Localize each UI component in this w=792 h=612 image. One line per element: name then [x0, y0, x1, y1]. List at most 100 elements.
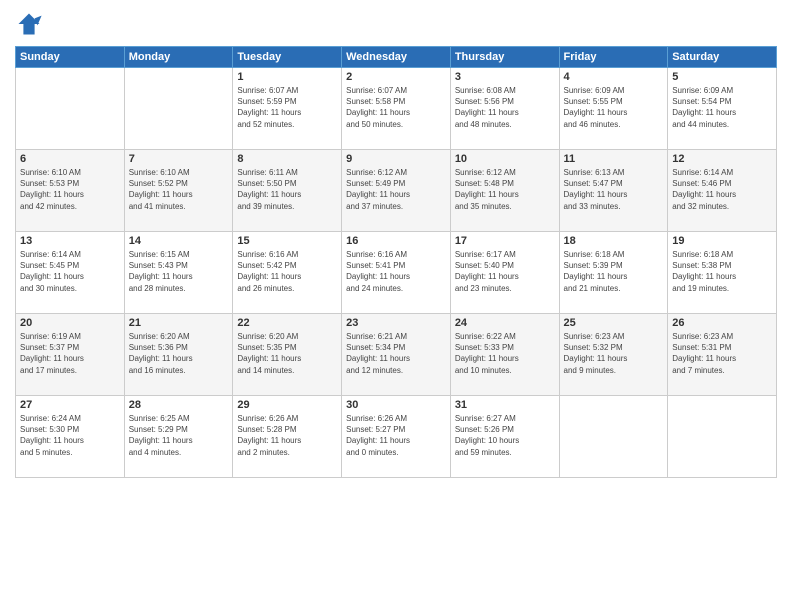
- calendar-cell: 11 Sunrise: 6:13 AM Sunset: 5:47 PM Dayli…: [559, 150, 668, 232]
- day-number: 29: [237, 399, 337, 411]
- calendar-cell: 8 Sunrise: 6:11 AM Sunset: 5:50 PM Daylig…: [233, 150, 342, 232]
- day-number: 28: [129, 399, 229, 411]
- calendar-week-0: 1 Sunrise: 6:07 AM Sunset: 5:59 PM Daylig…: [16, 68, 777, 150]
- day-number: 31: [455, 399, 555, 411]
- day-number: 4: [564, 71, 664, 83]
- day-number: 2: [346, 71, 446, 83]
- day-info: Sunrise: 6:24 AM Sunset: 5:30 PM Dayligh…: [20, 413, 120, 458]
- calendar-cell: [668, 396, 777, 478]
- day-info: Sunrise: 6:16 AM Sunset: 5:42 PM Dayligh…: [237, 249, 337, 294]
- day-number: 7: [129, 153, 229, 165]
- day-info: Sunrise: 6:11 AM Sunset: 5:50 PM Dayligh…: [237, 167, 337, 212]
- calendar-week-3: 20 Sunrise: 6:19 AM Sunset: 5:37 PM Dayli…: [16, 314, 777, 396]
- day-number: 22: [237, 317, 337, 329]
- day-info: Sunrise: 6:17 AM Sunset: 5:40 PM Dayligh…: [455, 249, 555, 294]
- header: [15, 10, 777, 38]
- day-info: Sunrise: 6:21 AM Sunset: 5:34 PM Dayligh…: [346, 331, 446, 376]
- calendar-cell: 27 Sunrise: 6:24 AM Sunset: 5:30 PM Dayli…: [16, 396, 125, 478]
- day-number: 26: [672, 317, 772, 329]
- calendar-cell: 24 Sunrise: 6:22 AM Sunset: 5:33 PM Dayli…: [450, 314, 559, 396]
- day-info: Sunrise: 6:10 AM Sunset: 5:52 PM Dayligh…: [129, 167, 229, 212]
- day-number: 19: [672, 235, 772, 247]
- calendar-cell: 15 Sunrise: 6:16 AM Sunset: 5:42 PM Dayli…: [233, 232, 342, 314]
- logo-icon: [15, 10, 43, 38]
- day-info: Sunrise: 6:10 AM Sunset: 5:53 PM Dayligh…: [20, 167, 120, 212]
- calendar-cell: 22 Sunrise: 6:20 AM Sunset: 5:35 PM Dayli…: [233, 314, 342, 396]
- calendar-cell: 17 Sunrise: 6:17 AM Sunset: 5:40 PM Dayli…: [450, 232, 559, 314]
- day-info: Sunrise: 6:09 AM Sunset: 5:54 PM Dayligh…: [672, 85, 772, 130]
- day-info: Sunrise: 6:15 AM Sunset: 5:43 PM Dayligh…: [129, 249, 229, 294]
- calendar-cell: 28 Sunrise: 6:25 AM Sunset: 5:29 PM Dayli…: [124, 396, 233, 478]
- calendar-cell: 7 Sunrise: 6:10 AM Sunset: 5:52 PM Daylig…: [124, 150, 233, 232]
- day-info: Sunrise: 6:08 AM Sunset: 5:56 PM Dayligh…: [455, 85, 555, 130]
- calendar-cell: 19 Sunrise: 6:18 AM Sunset: 5:38 PM Dayli…: [668, 232, 777, 314]
- calendar-cell: 10 Sunrise: 6:12 AM Sunset: 5:48 PM Dayli…: [450, 150, 559, 232]
- day-info: Sunrise: 6:20 AM Sunset: 5:36 PM Dayligh…: [129, 331, 229, 376]
- day-number: 23: [346, 317, 446, 329]
- day-number: 14: [129, 235, 229, 247]
- day-number: 10: [455, 153, 555, 165]
- day-info: Sunrise: 6:14 AM Sunset: 5:46 PM Dayligh…: [672, 167, 772, 212]
- calendar-cell: 30 Sunrise: 6:26 AM Sunset: 5:27 PM Dayli…: [342, 396, 451, 478]
- calendar-cell: 31Sunrise: 6:27 AM Sunset: 5:26 PM Dayli…: [450, 396, 559, 478]
- calendar: SundayMondayTuesdayWednesdayThursdayFrid…: [15, 46, 777, 478]
- day-info: Sunrise: 6:07 AM Sunset: 5:58 PM Dayligh…: [346, 85, 446, 130]
- calendar-week-2: 13 Sunrise: 6:14 AM Sunset: 5:45 PM Dayli…: [16, 232, 777, 314]
- day-number: 20: [20, 317, 120, 329]
- day-info: Sunrise: 6:12 AM Sunset: 5:48 PM Dayligh…: [455, 167, 555, 212]
- day-info: Sunrise: 6:18 AM Sunset: 5:39 PM Dayligh…: [564, 249, 664, 294]
- day-number: 27: [20, 399, 120, 411]
- weekday-header-tuesday: Tuesday: [233, 47, 342, 68]
- calendar-cell: 2 Sunrise: 6:07 AM Sunset: 5:58 PM Daylig…: [342, 68, 451, 150]
- day-number: 8: [237, 153, 337, 165]
- day-number: 30: [346, 399, 446, 411]
- day-info: Sunrise: 6:19 AM Sunset: 5:37 PM Dayligh…: [20, 331, 120, 376]
- day-info: Sunrise: 6:23 AM Sunset: 5:32 PM Dayligh…: [564, 331, 664, 376]
- day-info: Sunrise: 6:09 AM Sunset: 5:55 PM Dayligh…: [564, 85, 664, 130]
- day-number: 17: [455, 235, 555, 247]
- day-number: 1: [237, 71, 337, 83]
- calendar-cell: 13 Sunrise: 6:14 AM Sunset: 5:45 PM Dayli…: [16, 232, 125, 314]
- calendar-week-1: 6 Sunrise: 6:10 AM Sunset: 5:53 PM Daylig…: [16, 150, 777, 232]
- calendar-cell: 16Sunrise: 6:16 AM Sunset: 5:41 PM Dayli…: [342, 232, 451, 314]
- day-info: Sunrise: 6:26 AM Sunset: 5:27 PM Dayligh…: [346, 413, 446, 458]
- calendar-cell: 21 Sunrise: 6:20 AM Sunset: 5:36 PM Dayli…: [124, 314, 233, 396]
- page: SundayMondayTuesdayWednesdayThursdayFrid…: [0, 0, 792, 612]
- day-info: Sunrise: 6:22 AM Sunset: 5:33 PM Dayligh…: [455, 331, 555, 376]
- day-number: 6: [20, 153, 120, 165]
- day-info: Sunrise: 6:14 AM Sunset: 5:45 PM Dayligh…: [20, 249, 120, 294]
- calendar-cell: 4 Sunrise: 6:09 AM Sunset: 5:55 PM Daylig…: [559, 68, 668, 150]
- weekday-header-monday: Monday: [124, 47, 233, 68]
- calendar-cell: [124, 68, 233, 150]
- weekday-header-sunday: Sunday: [16, 47, 125, 68]
- weekday-row: SundayMondayTuesdayWednesdayThursdayFrid…: [16, 47, 777, 68]
- day-info: Sunrise: 6:20 AM Sunset: 5:35 PM Dayligh…: [237, 331, 337, 376]
- calendar-cell: 5 Sunrise: 6:09 AM Sunset: 5:54 PM Daylig…: [668, 68, 777, 150]
- day-number: 5: [672, 71, 772, 83]
- calendar-cell: [16, 68, 125, 150]
- day-info: Sunrise: 6:13 AM Sunset: 5:47 PM Dayligh…: [564, 167, 664, 212]
- day-info: Sunrise: 6:12 AM Sunset: 5:49 PM Dayligh…: [346, 167, 446, 212]
- day-number: 24: [455, 317, 555, 329]
- weekday-header-wednesday: Wednesday: [342, 47, 451, 68]
- calendar-cell: 26Sunrise: 6:23 AM Sunset: 5:31 PM Dayli…: [668, 314, 777, 396]
- calendar-cell: 14 Sunrise: 6:15 AM Sunset: 5:43 PM Dayli…: [124, 232, 233, 314]
- day-number: 18: [564, 235, 664, 247]
- calendar-cell: 25 Sunrise: 6:23 AM Sunset: 5:32 PM Dayli…: [559, 314, 668, 396]
- day-info: Sunrise: 6:25 AM Sunset: 5:29 PM Dayligh…: [129, 413, 229, 458]
- calendar-cell: 9Sunrise: 6:12 AM Sunset: 5:49 PM Daylig…: [342, 150, 451, 232]
- day-number: 15: [237, 235, 337, 247]
- calendar-cell: 23 Sunrise: 6:21 AM Sunset: 5:34 PM Dayli…: [342, 314, 451, 396]
- calendar-week-4: 27 Sunrise: 6:24 AM Sunset: 5:30 PM Dayli…: [16, 396, 777, 478]
- day-number: 21: [129, 317, 229, 329]
- calendar-cell: 29Sunrise: 6:26 AM Sunset: 5:28 PM Dayli…: [233, 396, 342, 478]
- calendar-cell: 6 Sunrise: 6:10 AM Sunset: 5:53 PM Daylig…: [16, 150, 125, 232]
- day-info: Sunrise: 6:16 AM Sunset: 5:41 PM Dayligh…: [346, 249, 446, 294]
- day-number: 25: [564, 317, 664, 329]
- day-number: 13: [20, 235, 120, 247]
- day-info: Sunrise: 6:18 AM Sunset: 5:38 PM Dayligh…: [672, 249, 772, 294]
- day-info: Sunrise: 6:07 AM Sunset: 5:59 PM Dayligh…: [237, 85, 337, 130]
- day-number: 3: [455, 71, 555, 83]
- weekday-header-thursday: Thursday: [450, 47, 559, 68]
- day-number: 11: [564, 153, 664, 165]
